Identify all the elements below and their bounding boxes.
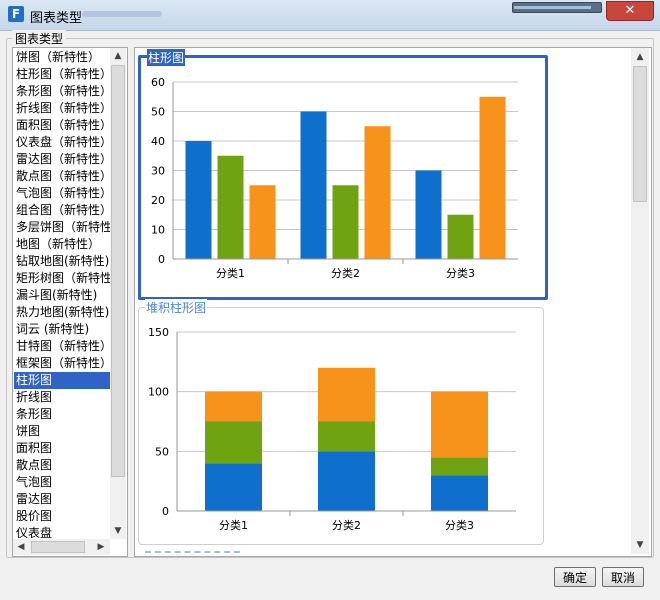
- chart-type-item[interactable]: 条形图: [14, 406, 112, 423]
- preview-scroll-thumb[interactable]: [633, 66, 647, 202]
- window-title: 图表类型: [30, 11, 83, 26]
- arrow-up-icon[interactable]: ▲: [110, 48, 126, 64]
- bar: [185, 141, 212, 259]
- y-tick-label: 30: [151, 165, 165, 178]
- card-label-stacked-bar: 堆积柱形图: [145, 299, 208, 316]
- x-tick-label: 分类1: [219, 518, 248, 532]
- y-tick-label: 0: [158, 253, 165, 266]
- arrow-down-icon[interactable]: ▼: [632, 537, 648, 553]
- stacked-bar-segment: [205, 391, 262, 422]
- chart-type-item[interactable]: 气泡图（新特性）: [14, 185, 112, 202]
- bar: [415, 170, 442, 259]
- list-scroll-thumb[interactable]: [111, 65, 125, 477]
- chart-type-item[interactable]: 雷达图（新特性）: [14, 151, 112, 168]
- chart-type-item[interactable]: 雷达图: [14, 491, 112, 508]
- chart-type-item[interactable]: 矩形树图（新特性）: [14, 270, 112, 287]
- stacked-bar-chart-preview: 0 50 100 150 分类1 分类2 分类3: [148, 326, 516, 532]
- stacked-bar-segment: [205, 463, 262, 511]
- chart-type-item[interactable]: 面积图（新特性）: [14, 117, 112, 134]
- chart-type-item[interactable]: 条形图（新特性）: [14, 83, 112, 100]
- chart-type-item[interactable]: 股价图: [14, 508, 112, 525]
- list-horizontal-scrollbar[interactable]: ◀ ▶: [13, 539, 110, 555]
- stacked-bar-segment: [205, 421, 262, 464]
- bar: [217, 155, 244, 259]
- bar-chart-preview: 0 10 20 30 40 50 60 分类1 分类2 分类3: [151, 76, 518, 280]
- app-logo-icon: F: [8, 6, 24, 22]
- bar: [364, 126, 391, 259]
- stacked-bar-segment: [431, 391, 488, 458]
- chart-type-item[interactable]: 折线图（新特性）: [14, 100, 112, 117]
- chart-type-item[interactable]: 散点图: [14, 457, 112, 474]
- arrow-down-icon[interactable]: ▼: [110, 523, 126, 539]
- y-tick-label: 20: [151, 194, 165, 207]
- bar: [249, 185, 276, 259]
- bar: [300, 111, 327, 259]
- chart-type-item[interactable]: 甘特图（新特性）: [14, 338, 112, 355]
- chart-type-item[interactable]: 多层饼图（新特性）: [14, 219, 112, 236]
- title-path-blurred: [82, 11, 162, 17]
- cancel-button[interactable]: 取消: [602, 567, 644, 587]
- title-bar: F 图表类型 ✕: [0, 0, 660, 31]
- list-vertical-scrollbar[interactable]: ▲ ▼: [110, 48, 126, 539]
- y-tick-label: 100: [148, 386, 169, 399]
- card-label-bar: 柱形图: [147, 49, 186, 66]
- chart-type-item[interactable]: 钻取地图(新特性): [14, 253, 112, 270]
- chart-type-item[interactable]: 仪表盘（新特性）: [14, 134, 112, 151]
- chart-option-stacked-bar[interactable]: 堆积柱形图 0 50 100 150 分类1 分类2 分类3: [138, 299, 544, 545]
- chart-type-item[interactable]: 饼图: [14, 423, 112, 440]
- chart-type-item[interactable]: 面积图: [14, 440, 112, 457]
- bar: [447, 214, 474, 259]
- chart-type-item[interactable]: 地图（新特性）: [14, 236, 112, 253]
- y-tick-label: 60: [151, 76, 165, 89]
- chart-type-item[interactable]: 组合图（新特性）: [14, 202, 112, 219]
- x-tick-label: 分类2: [331, 266, 360, 280]
- y-tick-label: 0: [162, 505, 169, 518]
- arrow-up-icon[interactable]: ▲: [632, 49, 648, 65]
- y-tick-label: 150: [148, 326, 169, 339]
- stacked-bar-segment: [431, 457, 488, 476]
- close-button[interactable]: ✕: [606, 1, 654, 21]
- progress-fill: [514, 6, 592, 9]
- chart-type-item[interactable]: 饼图（新特性）: [14, 49, 112, 66]
- chart-type-item[interactable]: 词云 (新特性): [14, 321, 112, 338]
- next-card-label-cutoff: [145, 551, 240, 555]
- chart-type-item[interactable]: 散点图（新特性）: [14, 168, 112, 185]
- arrow-right-icon[interactable]: ▶: [93, 539, 109, 555]
- x-tick-label: 分类3: [446, 266, 475, 280]
- preview-vertical-scrollbar[interactable]: ▲ ▼: [631, 48, 649, 554]
- chart-type-item[interactable]: 热力地图(新特性): [14, 304, 112, 321]
- x-tick-label: 分类1: [216, 266, 245, 280]
- x-tick-label: 分类2: [332, 518, 361, 532]
- close-icon: ✕: [624, 3, 636, 18]
- chart-type-item[interactable]: 气泡图: [14, 474, 112, 491]
- y-tick-label: 50: [155, 445, 169, 458]
- x-tick-label: 分类3: [445, 518, 474, 532]
- bar: [479, 96, 506, 259]
- progress-bar: [512, 2, 602, 13]
- chart-type-item[interactable]: 框架图（新特性）: [14, 355, 112, 372]
- y-tick-label: 40: [151, 135, 165, 148]
- bar: [332, 185, 359, 259]
- stacked-bar-segment: [318, 421, 375, 452]
- arrow-left-icon[interactable]: ◀: [13, 539, 29, 555]
- list-hscroll-thumb[interactable]: [31, 541, 85, 553]
- chart-type-item[interactable]: 折线图: [14, 389, 112, 406]
- stacked-bar-segment: [318, 451, 375, 511]
- y-tick-label: 10: [151, 224, 165, 237]
- chart-type-list[interactable]: 饼图（新特性） 柱形图（新特性） 条形图（新特性） 折线图（新特性） 面积图（新特性）仪…: [12, 47, 128, 557]
- ok-button[interactable]: 确定: [554, 567, 596, 587]
- chart-type-item[interactable]: 柱形图（新特性）: [14, 66, 112, 83]
- chart-option-bar[interactable]: 柱形图 0 10 20 30 40 50 60 分类1 分类2 分类3: [138, 49, 548, 300]
- stacked-bar-segment: [431, 475, 488, 511]
- stacked-bar-segment: [318, 367, 375, 422]
- chart-type-item[interactable]: 漏斗图(新特性): [14, 287, 112, 304]
- group-label: 图表类型: [12, 30, 67, 47]
- y-tick-label: 50: [151, 106, 165, 119]
- chart-type-item[interactable]: 柱形图: [14, 372, 112, 389]
